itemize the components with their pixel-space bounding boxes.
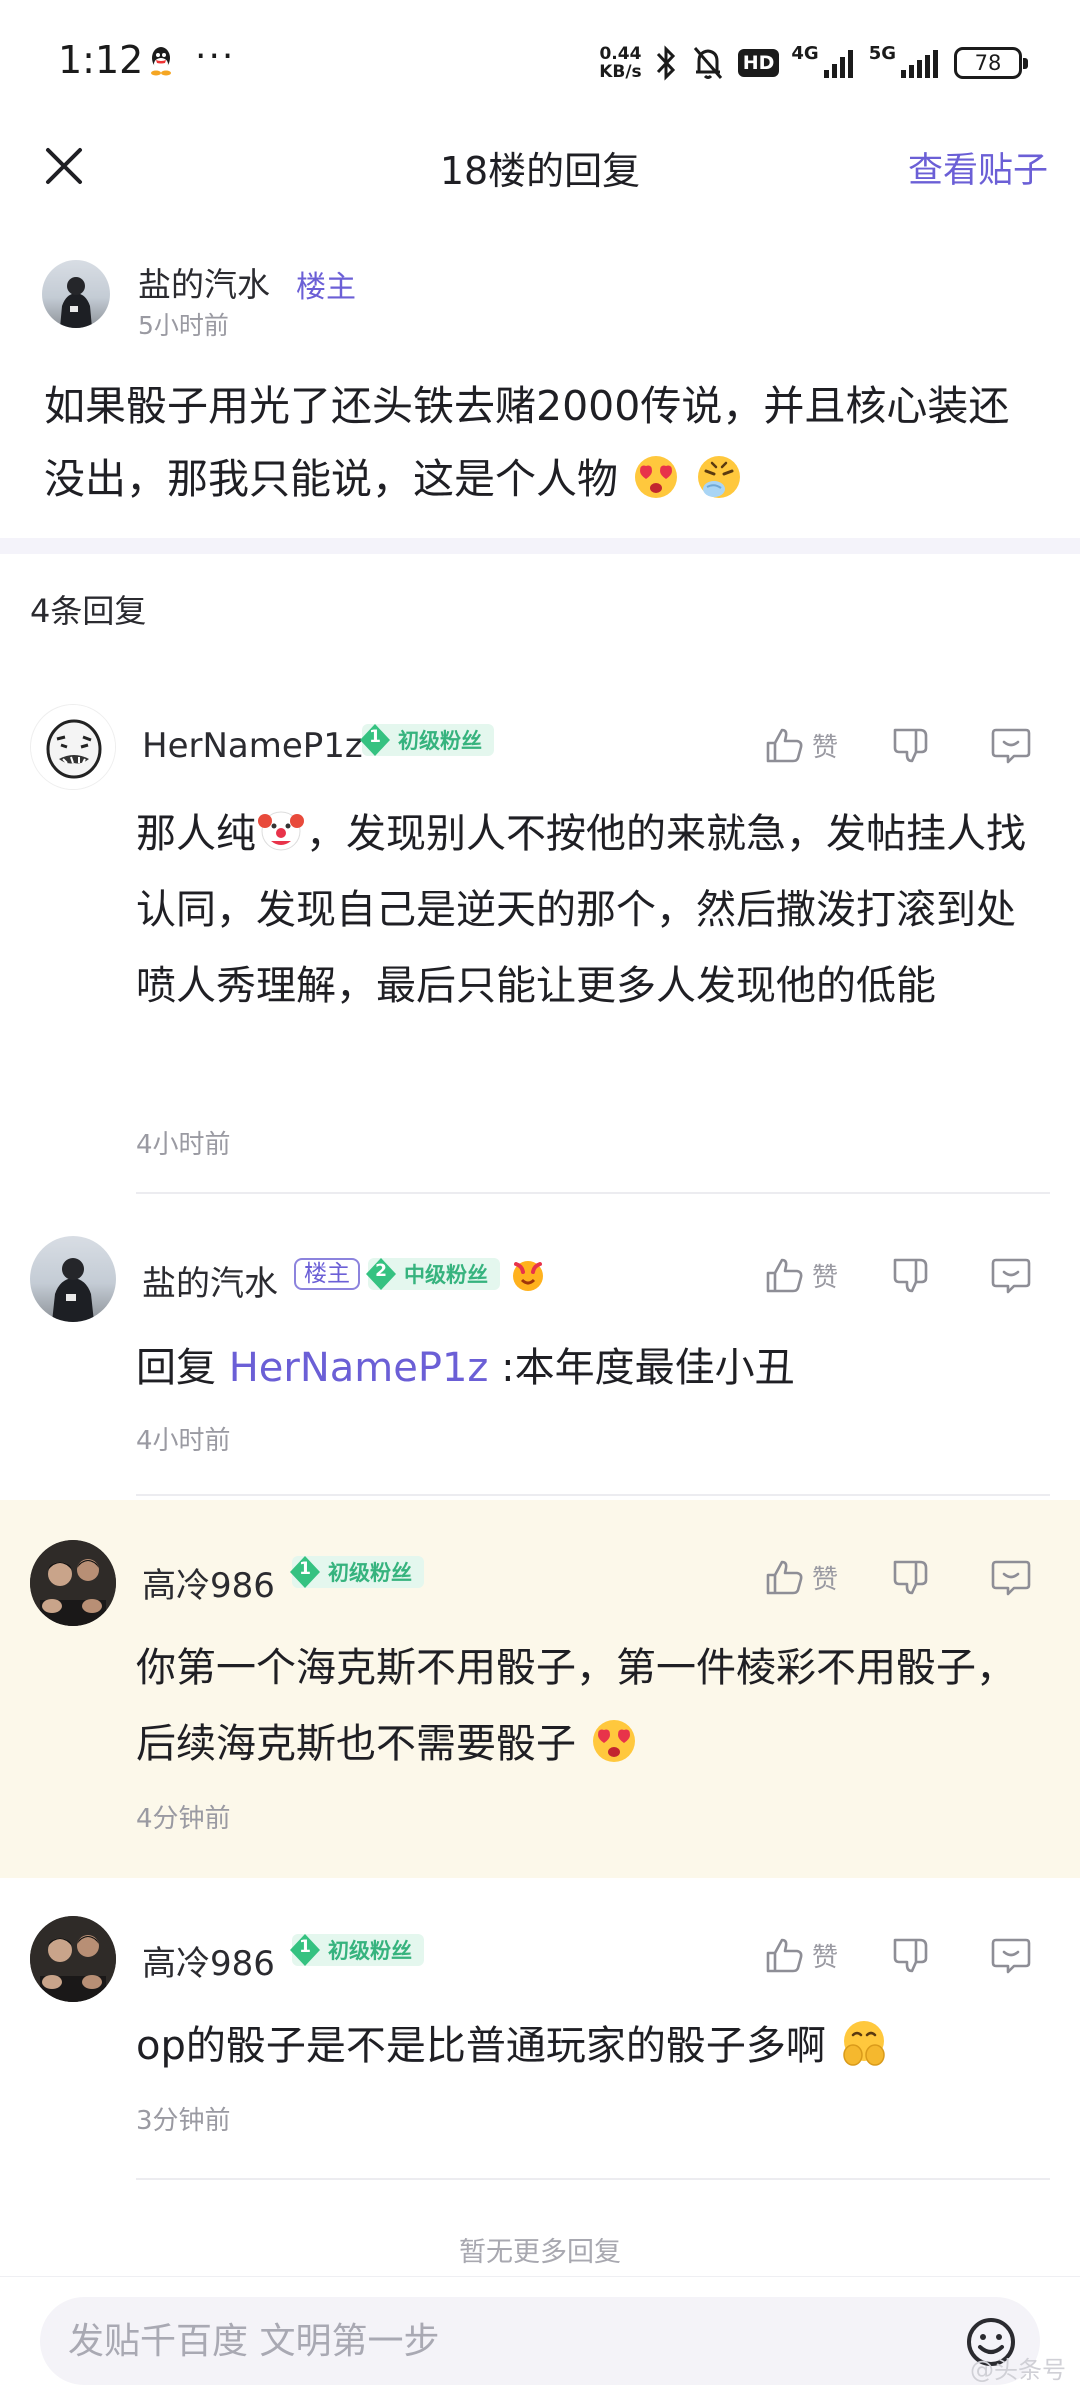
- status-time: 1:12: [58, 38, 144, 82]
- comment-button[interactable]: [990, 1934, 1032, 1976]
- like-button[interactable]: 赞: [764, 724, 838, 766]
- status-bar: 1:12 ··· 0.44 KB/s HD 4G 5G 78: [0, 0, 1080, 126]
- hd-icon: HD: [737, 49, 780, 77]
- reply-input[interactable]: [68, 2297, 948, 2385]
- op-avatar[interactable]: [42, 260, 110, 328]
- reply-avatar[interactable]: [30, 1916, 116, 2002]
- comment-button[interactable]: [990, 1556, 1032, 1598]
- reply-item: 高冷986 1 初级粉丝 赞 op的骰子是不是比普通玩家的骰子多啊 3分钟前: [0, 1878, 1080, 2184]
- reply-badges: 1 初级粉丝: [290, 1556, 424, 1588]
- heart-eyes-emoji-icon: [589, 1715, 639, 1765]
- reply-content: 你第一个海克斯不用骰子，第一件棱彩不用骰子，后续海克斯也不需要骰子: [136, 1645, 1016, 1767]
- reply-author-name[interactable]: 高冷986: [142, 1936, 275, 1985]
- more-notifications-icon: ···: [195, 36, 236, 77]
- fan-level-icon: 1: [358, 723, 392, 757]
- like-button[interactable]: 赞: [764, 1254, 838, 1296]
- fan-level-badge: 2 中级粉丝: [366, 1258, 500, 1290]
- reply-actions: 赞: [764, 724, 1032, 766]
- signal-icon-2: [901, 50, 938, 78]
- op-timestamp: 5小时前: [138, 311, 229, 340]
- owner-tag: 楼主: [294, 1258, 360, 1290]
- sneezing-face-emoji-icon: [694, 451, 744, 501]
- reply-avatar[interactable]: [30, 1236, 116, 1322]
- reply-separator: [136, 1192, 1050, 1194]
- reply-content: 那人纯 ，发现别人不按他的来就急，发帖挂人找认同，发现自己是逆天的那个，然后撒泼…: [136, 796, 1052, 1024]
- clown-face-emoji-icon: [256, 805, 306, 855]
- reply-item: 盐的汽水 楼主 2 中级粉丝 赞 回复 HerNameP1z:本年度最佳小丑 …: [0, 1200, 1080, 1500]
- comment-button[interactable]: [990, 724, 1032, 766]
- op-owner-badge: 楼主: [296, 270, 356, 305]
- reply-timestamp: 4小时前: [136, 1426, 231, 1456]
- reply-badges: 楼主 2 中级粉丝: [294, 1254, 548, 1294]
- mute-bell-icon: [693, 47, 722, 79]
- reply-content: op的骰子是不是比普通玩家的骰子多啊: [136, 2008, 1052, 2084]
- reply-input-container: [40, 2297, 1040, 2385]
- fire-badge-icon: [513, 1261, 543, 1291]
- network-5g-label: 5G: [868, 42, 896, 64]
- reply-badges: 1 初级粉丝: [290, 1934, 424, 1966]
- thumbs-up-icon: [766, 728, 803, 763]
- reply-actions: 赞: [764, 1254, 1032, 1296]
- signal-icon-1: [823, 50, 853, 78]
- fan-level-badge: 1 初级粉丝: [290, 1934, 424, 1966]
- reply-avatar[interactable]: [30, 1540, 116, 1626]
- close-icon[interactable]: [38, 140, 90, 192]
- mention-link[interactable]: HerNameP1z: [229, 1345, 489, 1391]
- reply-item: HerNameP1z 1 初级粉丝 赞 那人纯 ，发现别人不按他的来就急，发帖挂…: [0, 680, 1080, 1200]
- view-post-link[interactable]: 查看贴子: [908, 142, 1048, 193]
- reply-author-name[interactable]: 高冷986: [142, 1558, 275, 1607]
- reply-author-name[interactable]: HerNameP1z: [142, 726, 363, 766]
- reply-actions: 赞: [764, 1934, 1032, 1976]
- reply-author-name[interactable]: 盐的汽水: [142, 1256, 278, 1305]
- like-button[interactable]: 赞: [764, 1556, 838, 1598]
- fan-level-icon: 1: [288, 1933, 322, 1967]
- status-icons: 0.44 KB/s HD 4G 5G 78: [599, 40, 1028, 86]
- hand-over-mouth-emoji-icon: [839, 2017, 889, 2067]
- comment-button[interactable]: [990, 1254, 1032, 1296]
- thumbs-up-icon: [766, 1560, 803, 1595]
- header: 18楼的回复 查看贴子: [0, 126, 1080, 206]
- section-divider: [0, 538, 1080, 554]
- dislike-button[interactable]: [890, 1254, 932, 1296]
- reply-timestamp: 4分钟前: [136, 1804, 231, 1834]
- qq-icon: [151, 47, 171, 76]
- reply-separator: [136, 1494, 1050, 1496]
- reply-badges: 1 初级粉丝: [360, 724, 494, 756]
- heart-eyes-emoji-icon: [631, 451, 681, 501]
- reply-timestamp: 3分钟前: [136, 2106, 231, 2136]
- thumbs-up-icon: [766, 1938, 803, 1973]
- like-button[interactable]: 赞: [764, 1934, 838, 1976]
- reply-actions: 赞: [764, 1556, 1032, 1598]
- dislike-button[interactable]: [890, 1556, 932, 1598]
- dislike-button[interactable]: [890, 724, 932, 766]
- fan-level-icon: 1: [288, 1555, 322, 1589]
- op-author-name[interactable]: 盐的汽水: [138, 258, 270, 306]
- reply-separator: [136, 2178, 1050, 2180]
- reply-count: 4条回复: [30, 592, 147, 630]
- battery-indicator: 78: [954, 47, 1028, 79]
- op-content: 如果骰子用光了还头铁去赌2000传说，并且核心装还没出，那我只能说，这是个人物: [44, 382, 1010, 503]
- fan-level-badge: 1 初级粉丝: [290, 1556, 424, 1588]
- reply-avatar[interactable]: [30, 704, 116, 790]
- reply-item-highlighted: 高冷986 1 初级粉丝 赞 你第一个海克斯不用骰子，第一件棱彩不用骰子，后续海…: [0, 1500, 1080, 1878]
- reply-content: 回复 HerNameP1z :本年度最佳小丑: [136, 1345, 795, 1391]
- bottom-input-bar: [0, 2276, 1080, 2400]
- watermark: @头条号: [970, 2356, 1066, 2384]
- fan-level-icon: 2: [364, 1257, 398, 1291]
- no-more-replies: 暂无更多回复: [459, 2237, 621, 2268]
- dislike-button[interactable]: [890, 1934, 932, 1976]
- fan-level-badge: 1 初级粉丝: [360, 724, 494, 756]
- thumbs-up-icon: [766, 1258, 803, 1293]
- bluetooth-icon: [656, 45, 675, 81]
- network-speed: 0.44 KB/s: [599, 44, 642, 82]
- reply-timestamp: 4小时前: [136, 1130, 231, 1160]
- network-4g-label: 4G: [791, 42, 819, 64]
